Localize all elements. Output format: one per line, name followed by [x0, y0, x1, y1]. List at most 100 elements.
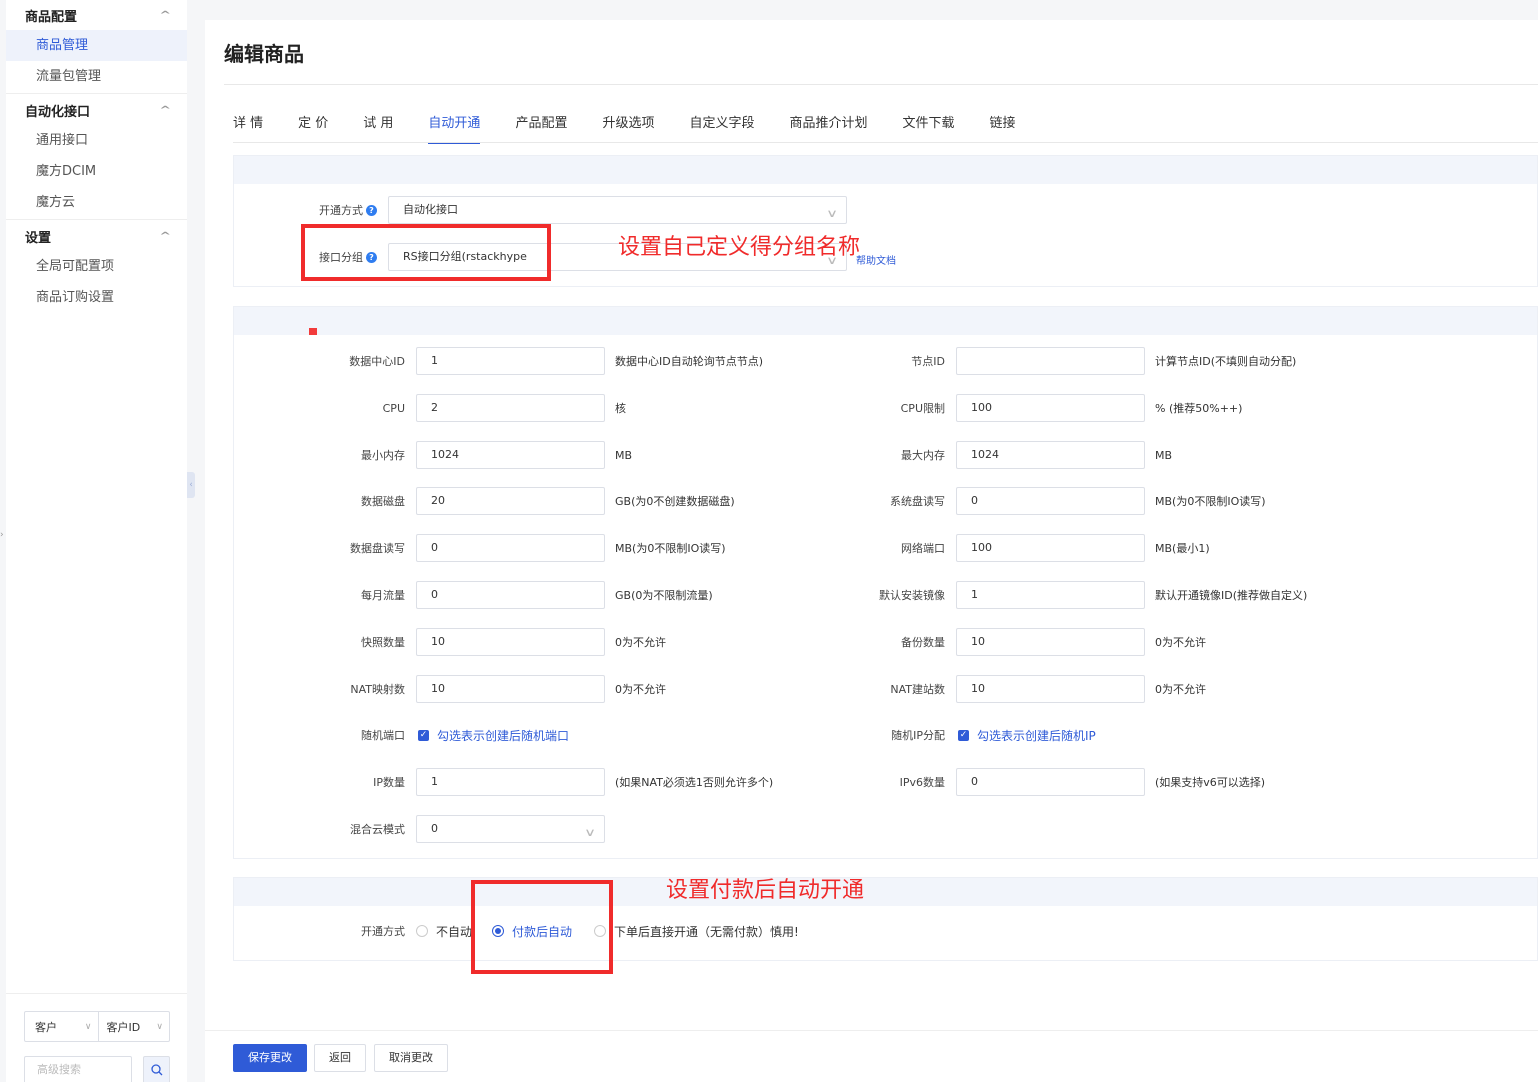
checkbox-label[interactable]: 勾选表示创建后随机端口	[429, 727, 569, 744]
field-hint: 默认开通镜像ID(推荐做自定义)	[1155, 589, 1308, 602]
config-row: IPv6数量 0 (如果支持v6可以选择)	[846, 768, 1265, 796]
sidebar-item-traffic-package[interactable]: 流量包管理	[6, 61, 187, 92]
config-row: 最大内存 1024 MB	[846, 441, 1172, 469]
chevron-up-icon: ^	[158, 9, 171, 21]
config-row: 数据磁盘 20 GB(为0不创建数据磁盘)	[306, 487, 735, 515]
back-button[interactable]: 返回	[314, 1044, 366, 1072]
random-ip-checkbox[interactable]: ✓	[958, 729, 969, 741]
sidebar-item-order-settings[interactable]: 商品订购设置	[6, 282, 187, 313]
sidebar-group-automation[interactable]: 自动化接口 ^	[6, 95, 187, 125]
divider	[224, 84, 1538, 85]
sidebar-item-product-management[interactable]: 商品管理	[6, 30, 187, 61]
field-hint: 0为不允许	[1155, 683, 1206, 696]
tab-referral[interactable]: 商品推介计划	[789, 114, 867, 142]
sidebar-item-dcim[interactable]: 魔方DCIM	[6, 156, 187, 187]
config-row: NAT映射数 10 0为不允许	[306, 675, 666, 703]
field-hint: 0为不允许	[615, 636, 666, 649]
tab-trial[interactable]: 试 用	[363, 114, 393, 142]
min-memory-input[interactable]: 1024	[416, 441, 605, 469]
ip-count-input[interactable]: 1	[416, 768, 605, 796]
node-id-input[interactable]	[956, 347, 1145, 375]
config-row: 网络端口 100 MB(最小1)	[846, 534, 1210, 562]
random-port-checkbox[interactable]: ✓	[418, 729, 429, 741]
radio-label[interactable]: 下单后直接开通（无需付款）慎用!	[606, 923, 799, 940]
network-port-input[interactable]: 100	[956, 534, 1145, 562]
field-label: 快照数量	[361, 636, 405, 649]
checkbox-label[interactable]: 勾选表示创建后随机IP	[969, 727, 1096, 744]
nat-mapping-input[interactable]: 10	[416, 675, 605, 703]
data-disk-io-input[interactable]: 0	[416, 534, 605, 562]
sidebar-item-global-config[interactable]: 全局可配置项	[6, 251, 187, 282]
filter-field-select[interactable]: 客户ID ∨	[97, 1012, 170, 1041]
field-hint: % (推荐50%++)	[1155, 402, 1243, 415]
datacenter-id-input[interactable]: 1	[416, 347, 605, 375]
sidebar-collapse-handle[interactable]: ‹	[187, 472, 195, 498]
monthly-traffic-input[interactable]: 0	[416, 581, 605, 609]
help-icon[interactable]: ?	[366, 205, 377, 216]
cancel-button[interactable]: 取消更改	[374, 1044, 448, 1072]
field-label: NAT建站数	[890, 683, 945, 696]
advanced-search-input[interactable]: 高级搜索	[24, 1056, 132, 1082]
cpu-input[interactable]: 2	[416, 394, 605, 422]
tab-upgrade-options[interactable]: 升级选项	[602, 114, 654, 142]
tab-details[interactable]: 详 情	[233, 114, 263, 142]
main-content: 编辑商品 详 情 定 价 试 用 自动开通 产品配置 升级选项 自定义字段 商品…	[205, 20, 1538, 1082]
field-label: 最小内存	[361, 449, 405, 462]
field-hint: 0为不允许	[615, 683, 666, 696]
system-disk-io-input[interactable]: 0	[956, 487, 1145, 515]
save-button[interactable]: 保存更改	[233, 1044, 307, 1072]
field-label: IPv6数量	[899, 776, 945, 789]
field-hint: MB(为0不限制IO读写)	[615, 542, 726, 555]
tab-product-config[interactable]: 产品配置	[515, 114, 567, 142]
panel-header	[234, 878, 1537, 906]
tab-custom-fields[interactable]: 自定义字段	[689, 114, 754, 142]
hybrid-cloud-select[interactable]: 0 ∨	[416, 815, 605, 843]
sidebar-group-label: 商品配置	[25, 9, 78, 25]
config-row: 系统盘读写 0 MB(为0不限制IO读写)	[846, 487, 1266, 515]
tab-downloads[interactable]: 文件下载	[903, 114, 955, 142]
field-label: 随机端口	[361, 729, 405, 742]
data-disk-input[interactable]: 20	[416, 487, 605, 515]
annotation-text-activation: 设置付款后自动开通	[666, 878, 865, 903]
field-hint: MB(最小1)	[1155, 542, 1210, 555]
hybrid-cloud-value: 0	[431, 822, 438, 835]
panel-header	[234, 156, 1537, 184]
field-hint: (如果支持v6可以选择)	[1155, 776, 1266, 789]
open-mode-row: 开通方式? 自动化接口 ∨	[278, 196, 847, 224]
sidebar-group-product-config[interactable]: 商品配置 ^	[6, 0, 187, 30]
annotation-text-group: 设置自己定义得分组名称	[618, 235, 861, 260]
sidebar-group-settings[interactable]: 设置 ^	[6, 221, 187, 251]
field-hint: 0为不允许	[1155, 636, 1206, 649]
customer-filter: 客户 ∨ 客户ID ∨	[24, 1011, 170, 1042]
field-label: 系统盘读写	[890, 495, 945, 508]
nat-site-input[interactable]: 10	[956, 675, 1145, 703]
radio-not-auto[interactable]	[416, 925, 428, 937]
sidebar-item-cloud[interactable]: 魔方云	[6, 187, 187, 218]
field-label: 节点ID	[911, 355, 945, 368]
default-image-input[interactable]: 1	[956, 581, 1145, 609]
chevron-down-icon: ∨	[583, 826, 597, 839]
tab-links[interactable]: 链接	[990, 114, 1016, 142]
field-hint: (如果NAT必须选1否则允许多个)	[615, 776, 774, 789]
filter-type-select[interactable]: 客户 ∨	[25, 1012, 98, 1041]
tab-auto-provision[interactable]: 自动开通	[428, 114, 481, 144]
field-label: 每月流量	[361, 589, 405, 602]
chevron-down-icon: ∨	[84, 1021, 92, 1032]
config-row: 节点ID 计算节点ID(不填则自动分配)	[846, 347, 1296, 375]
snapshot-count-input[interactable]: 10	[416, 628, 605, 656]
max-memory-input[interactable]: 1024	[956, 441, 1145, 469]
field-label: 最大内存	[901, 449, 945, 462]
search-button[interactable]	[143, 1056, 170, 1082]
chevron-up-icon: ^	[158, 230, 171, 242]
tab-pricing[interactable]: 定 价	[298, 114, 328, 142]
ipv6-count-input[interactable]: 0	[956, 768, 1145, 796]
cpu-limit-input[interactable]: 100	[956, 394, 1145, 422]
backup-count-input[interactable]: 10	[956, 628, 1145, 656]
config-row: 数据中心ID 1 数据中心ID自动轮询节点节点)	[306, 347, 763, 375]
open-mode-value: 自动化接口	[403, 203, 458, 216]
field-label: NAT映射数	[350, 683, 405, 696]
open-mode-select[interactable]: 自动化接口 ∨	[388, 196, 847, 224]
chevron-right-icon[interactable]: ›	[0, 530, 4, 540]
sidebar-item-generic-api[interactable]: 通用接口	[6, 125, 187, 156]
chevron-down-icon: ∨	[825, 207, 839, 220]
